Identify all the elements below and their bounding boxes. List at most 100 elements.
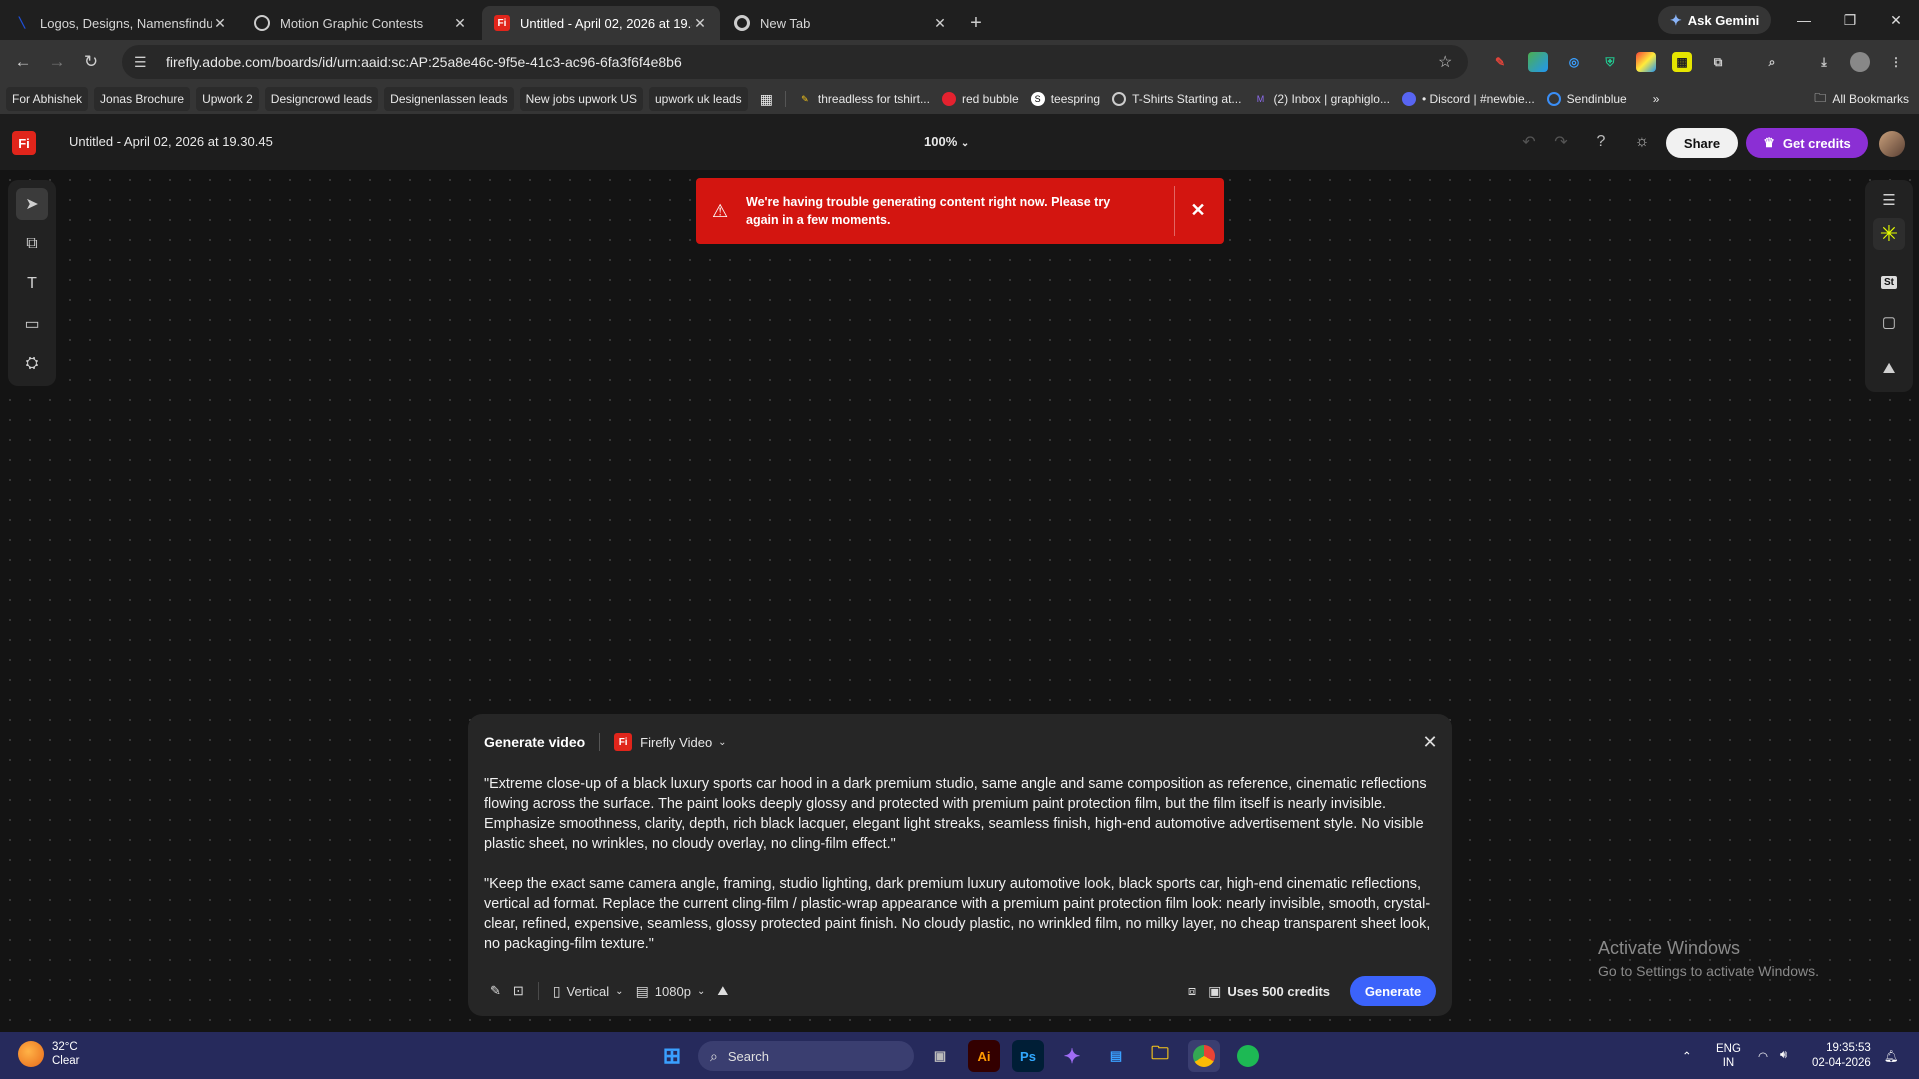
language-indicator[interactable]: ENG IN <box>1716 1032 1741 1079</box>
forward-icon[interactable]: → <box>40 45 74 79</box>
restore-icon[interactable]: ❐ <box>1827 6 1873 34</box>
close-icon[interactable]: ✕ <box>212 15 228 32</box>
spotify-icon[interactable] <box>1232 1040 1264 1072</box>
profile-icon[interactable] <box>1850 52 1870 72</box>
redo-icon[interactable]: ↷ <box>1549 130 1573 154</box>
left-toolbar: ➤ ⧉ T ▭ ⛭ <box>8 180 56 386</box>
generate-button[interactable]: Generate <box>1350 976 1436 1006</box>
chrome-icon[interactable] <box>1188 1040 1220 1072</box>
firefly-logo[interactable]: Fi <box>12 131 36 155</box>
tab-motion-graphic-contests[interactable]: Motion Graphic Contests ✕ <box>242 6 480 40</box>
close-icon[interactable]: ✕ <box>452 15 468 32</box>
site-settings-icon[interactable]: ☰ <box>134 54 154 71</box>
copilot-icon[interactable]: ✦ <box>1056 1040 1088 1072</box>
stock-icon[interactable]: St <box>1873 266 1905 298</box>
bookmark-item[interactable]: Jonas Brochure <box>94 87 191 111</box>
image-reference-icon[interactable]: ⊡ <box>507 976 530 1006</box>
close-icon[interactable]: ✕ <box>1418 730 1442 754</box>
firefly-spark-icon[interactable]: ✳ <box>1873 218 1905 250</box>
aspect-ratio-dropdown[interactable]: ▯ Vertical ⌄ <box>547 976 630 1006</box>
bookmark-teespring[interactable]: Steespring <box>1025 87 1106 111</box>
menu-kebab-icon[interactable]: ⋮ <box>1886 52 1906 72</box>
extension-pin-icon[interactable]: ✎ <box>1490 52 1510 72</box>
extensions-puzzle-icon[interactable]: ⧉ <box>1708 52 1728 72</box>
image-edit-icon[interactable]: ⛰ <box>1873 352 1905 384</box>
sliders-icon[interactable]: ☰ <box>1873 184 1905 216</box>
bookmark-star-icon[interactable]: ☆ <box>1438 52 1468 72</box>
bookmark-inbox[interactable]: M (2) Inbox | graphiglo... <box>1247 87 1396 111</box>
extension-search-icon[interactable]: ◎ <box>1564 52 1584 72</box>
taskbar-search[interactable]: ⌕ Search <box>698 1041 914 1071</box>
undo-icon[interactable]: ↶ <box>1517 130 1541 154</box>
bookmark-threadless[interactable]: ✎ threadless for tshirt... <box>792 87 936 111</box>
ask-gemini-button[interactable]: ✦ Ask Gemini <box>1658 6 1772 34</box>
pencil-icon: ✎ <box>801 93 809 104</box>
new-tab-button[interactable]: + <box>960 6 992 40</box>
tab-logos-designs[interactable]: ╲ Logos, Designs, Namensfindung ✕ <box>2 6 240 40</box>
weather-widget[interactable]: 32°C Clear <box>18 1040 79 1068</box>
all-bookmarks-button[interactable]: 🗀 All Bookmarks <box>1814 87 1909 111</box>
extension-shield-icon[interactable]: ⛨ <box>1600 52 1620 72</box>
url-text[interactable]: firefly.adobe.com/boards/id/urn:aaid:sc:… <box>166 54 1438 70</box>
task-view-icon[interactable]: ▣ <box>924 1040 956 1072</box>
bookmark-redbubble[interactable]: red bubble <box>936 87 1025 111</box>
select-tool-icon[interactable]: ➤ <box>16 188 48 220</box>
chevron-down-icon[interactable]: ⌄ <box>718 737 726 748</box>
back-icon[interactable]: ← <box>6 45 40 79</box>
eyedropper-icon[interactable]: ✎ <box>484 976 507 1006</box>
clock[interactable]: 19:35:53 02-04-2026 <box>1812 1032 1871 1079</box>
tab-search-icon[interactable]: ⌕ <box>1762 52 1782 72</box>
photoshop-icon[interactable]: Ps <box>1012 1040 1044 1072</box>
bookmark-sendinblue[interactable]: Sendinblue <box>1541 87 1633 111</box>
prompt-textarea[interactable]: "Extreme close-up of a black luxury spor… <box>484 774 1436 954</box>
illustrator-icon[interactable]: Ai <box>968 1040 1000 1072</box>
shape-tool-icon[interactable]: ▭ <box>16 308 48 340</box>
tab-firefly-board[interactable]: Fi Untitled - April 02, 2026 at 19.30.45… <box>482 6 720 40</box>
get-credits-button[interactable]: ♛ Get credits <box>1746 128 1868 158</box>
window-close-icon[interactable]: ✕ <box>1873 6 1919 34</box>
volume-icon[interactable]: 🔊︎ <box>1780 1032 1787 1079</box>
notification-bell-icon[interactable]: 🔔︎ <box>1884 1032 1899 1079</box>
bookmark-item[interactable]: upwork uk leads <box>648 87 748 111</box>
crop-tool-icon[interactable]: ⧉ <box>16 228 48 260</box>
zoom-dropdown[interactable]: 100% ⌄ <box>924 134 969 149</box>
generate-tool-icon[interactable]: ⛭ <box>16 348 48 380</box>
share-button[interactable]: Share <box>1666 128 1738 158</box>
model-selector[interactable]: Firefly Video <box>640 735 712 750</box>
close-icon[interactable]: ✕ <box>932 15 948 32</box>
comment-icon[interactable]: ▢ <box>1873 306 1905 338</box>
minimize-icon[interactable]: — <box>1781 6 1827 34</box>
tray-overflow-icon[interactable]: ⌃ <box>1682 1032 1692 1079</box>
bookmark-item[interactable]: Upwork 2 <box>196 87 259 111</box>
document-title[interactable]: Untitled - April 02, 2026 at 19.30.45 <box>69 134 273 149</box>
resolution-dropdown[interactable]: ▤ 1080p ⌄ <box>630 976 712 1006</box>
file-explorer-icon[interactable]: 🗀 <box>1144 1040 1176 1072</box>
tab-new-tab[interactable]: New Tab ✕ <box>722 6 960 40</box>
lightbulb-icon[interactable]: ☼ <box>1630 130 1654 154</box>
address-bar[interactable]: ☰ firefly.adobe.com/boards/id/urn:aaid:s… <box>122 45 1468 79</box>
close-icon[interactable]: ✕ <box>692 15 708 32</box>
close-icon[interactable]: ✕ <box>1186 198 1210 222</box>
extension-color-icon[interactable] <box>1636 52 1656 72</box>
reload-icon[interactable]: ↻ <box>74 45 108 79</box>
bookmarks-overflow-icon[interactable]: » <box>1647 87 1666 111</box>
motion-settings-icon[interactable]: ⛰ <box>711 976 734 1006</box>
windows-start-icon[interactable]: ⊞ <box>656 1040 688 1072</box>
bookmark-item[interactable]: Designenlassen leads <box>384 87 514 111</box>
help-icon[interactable]: ? <box>1589 130 1613 154</box>
bookmark-item[interactable]: Designcrowd leads <box>264 87 379 111</box>
apps-grid-icon[interactable]: ▦ <box>754 87 779 111</box>
extension-grid-icon[interactable]: ▦ <box>1672 52 1692 72</box>
bookmark-discord[interactable]: • Discord | #newbie... <box>1396 87 1541 111</box>
extension-maps-icon[interactable] <box>1528 52 1548 72</box>
download-icon[interactable]: ⤓ <box>1814 52 1834 72</box>
avatar[interactable] <box>1879 131 1905 157</box>
tab-title: Motion Graphic Contests <box>280 15 424 31</box>
text-tool-icon[interactable]: T <box>16 268 48 300</box>
bookmark-item[interactable]: For Abhishek <box>6 87 89 111</box>
notepad-icon[interactable]: ▤ <box>1100 1040 1132 1072</box>
bookmark-tshirts[interactable]: T-Shirts Starting at... <box>1106 87 1247 111</box>
wifi-icon[interactable]: ◠ <box>1758 1032 1768 1079</box>
video-settings-icon[interactable]: ⧈ <box>1182 976 1202 1006</box>
bookmark-item[interactable]: New jobs upwork US <box>519 87 643 111</box>
